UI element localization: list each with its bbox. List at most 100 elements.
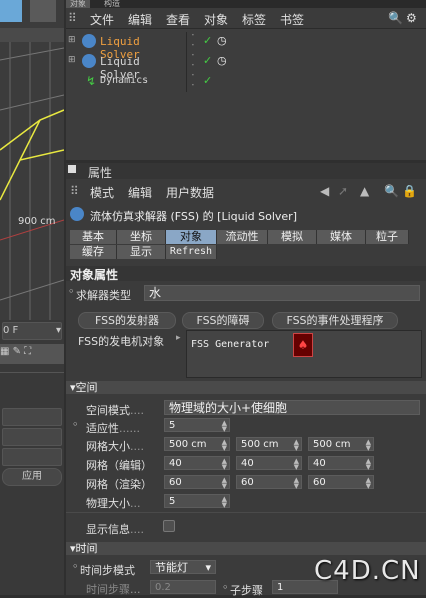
tab-simulation[interactable]: 模拟 [268, 230, 317, 244]
cube-icon [0, 0, 22, 22]
section-object-properties: 对象属性 [66, 266, 426, 282]
tab-objects[interactable]: 对象 [66, 0, 90, 8]
check-icon[interactable]: ✓ [203, 54, 212, 67]
grid-edit-z-input[interactable]: 40 ▲ ▼ [308, 456, 374, 471]
section-title: 对象属性 [70, 268, 119, 282]
left-field-3[interactable] [2, 448, 62, 466]
search-icon[interactable]: 🔍 [388, 11, 403, 25]
viewport-wireframe [0, 0, 64, 320]
tab-display[interactable]: 显示 [117, 245, 166, 259]
panel-grip-icon [68, 165, 76, 173]
section-time[interactable]: ▾时间 [66, 542, 426, 555]
menu-mode[interactable]: 模式 [90, 184, 114, 201]
timestep-mode-label: 时间步模式 [80, 564, 135, 577]
tab-coordinates[interactable]: 坐标 [117, 230, 166, 244]
liquid-solver-icon [70, 207, 84, 221]
lock-icon[interactable]: 🔒 [402, 184, 417, 198]
expand-icon[interactable]: ⊞ [68, 35, 76, 45]
grid-size-x-input[interactable]: 500 cm ▲ ▼ [164, 437, 230, 452]
section-space-title: 空间 [75, 381, 98, 394]
timestep-mode-select[interactable]: 节能灯 ▾ [150, 560, 216, 574]
grid-render-label: 网格（渲染） [86, 478, 152, 491]
liquid-solver-icon [82, 54, 96, 68]
tree-item-label: Dynamics [100, 75, 149, 86]
fss-emitter-button[interactable]: FSS的发射器 [78, 312, 176, 329]
apply-button[interactable]: 应用 [2, 468, 62, 486]
frame-field[interactable]: 0 F ▾ [2, 322, 62, 340]
list-item[interactable]: ⊞ Liquid Solver [66, 52, 186, 81]
menu-tag[interactable]: 标签 [242, 11, 266, 28]
tab-refresh[interactable]: Refresh [166, 245, 217, 259]
tab-particles[interactable]: 粒子 [366, 230, 409, 244]
left-field-1[interactable] [2, 408, 62, 426]
grid-render-x-input[interactable]: 60 ▲ ▼ [164, 475, 230, 490]
substep-label: 子步骤 [230, 584, 263, 597]
section-space[interactable]: ▾空间 [66, 381, 426, 394]
physical-size-input[interactable]: 5 ▲ ▼ [164, 494, 230, 509]
grid-size-y-input[interactable]: 500 cm ▲ ▼ [236, 437, 302, 452]
grid-size-z-input[interactable]: 500 cm ▲ ▼ [308, 437, 374, 452]
grid-edit-x-input[interactable]: 40 ▲ ▼ [164, 456, 230, 471]
tab-object[interactable]: 对象 [166, 230, 217, 244]
distance-label: 900 cm [18, 216, 56, 227]
tab-media[interactable]: 媒体 [317, 230, 366, 244]
show-info-checkbox[interactable] [163, 520, 175, 532]
viewport-toolbar [0, 28, 64, 42]
tab-fluidity[interactable]: 流动性 [217, 230, 268, 244]
list-item[interactable]: ↯ Dynamics [66, 72, 186, 92]
list-item[interactable]: ⊞ Liquid Solver [66, 32, 186, 61]
viewport[interactable]: 900 cm [0, 0, 64, 320]
up-arrow-icon[interactable]: ▲ [360, 184, 369, 198]
menu-file[interactable]: 文件 [90, 11, 114, 28]
tree-row-flags: ⠁ ⠁ ✓ ◷ [186, 32, 426, 54]
section-time-title: 时间 [75, 542, 98, 555]
menu-view[interactable]: 查看 [166, 11, 190, 28]
expand-icon[interactable]: ⊞ [68, 55, 76, 65]
adaptivity-label: 适应性...... [86, 422, 140, 435]
expand-arrow-icon[interactable]: ▸ [176, 333, 181, 343]
generator-list[interactable]: FSS Generator ♠ [186, 330, 422, 378]
settings-icon[interactable]: ⚙ [406, 11, 417, 25]
bullet-icon: ◦ [72, 560, 79, 573]
tab-basic[interactable]: 基本 [70, 230, 117, 244]
fss-obstacle-button[interactable]: FSS的障碍 [182, 312, 264, 329]
generator-item[interactable]: FSS Generator [191, 339, 269, 350]
menu-user-data[interactable]: 用户数据 [166, 184, 214, 201]
bullet-icon: ◦ [68, 285, 75, 298]
grip-icon: ⠿ [68, 11, 77, 25]
dynamics-icon: ↯ [86, 74, 97, 88]
left-field-2[interactable] [2, 428, 62, 446]
clock-tag-icon[interactable]: ◷ [217, 54, 227, 67]
scale-tool-icon [30, 0, 56, 22]
forward-arrow-icon[interactable]: ➚ [338, 184, 348, 198]
timestep-input[interactable]: 0.2 [150, 580, 216, 594]
menu-bookmark[interactable]: 书签 [280, 11, 304, 28]
attributes-menubar: ⠿ 模式 编辑 用户数据 ◀ ➚ ▲ 🔍 🔒 [66, 181, 426, 201]
adaptivity-input[interactable]: 5 ▲ ▼ [164, 418, 230, 433]
menu-edit[interactable]: 编辑 [128, 184, 152, 201]
object-title-row: 流体仿真求解器 (FSS) 的 [Liquid Solver] [66, 205, 426, 227]
clock-tag-icon[interactable]: ◷ [217, 34, 227, 47]
bullet-icon: ◦ [222, 581, 229, 594]
tab-structure[interactable]: 构造 [100, 0, 124, 8]
check-icon[interactable]: ✓ [203, 74, 212, 87]
space-mode-select[interactable]: 物理域的大小+使细胞 [164, 400, 420, 415]
divider [66, 512, 426, 513]
menu-object[interactable]: 对象 [204, 11, 228, 28]
grid-render-y-input[interactable]: 60 ▲ ▼ [236, 475, 302, 490]
grid-render-z-input[interactable]: 60 ▲ ▼ [308, 475, 374, 490]
grid-edit-y-input[interactable]: 40 ▲ ▼ [236, 456, 302, 471]
fss-event-handler-button[interactable]: FSS的事件处理程序 [272, 312, 398, 329]
icon-toolbar[interactable]: ▦ ✎ ⛶ [0, 344, 64, 364]
grid-size-label: 网格大小.... [86, 440, 144, 453]
object-manager-menubar: ⠿ 文件 编辑 查看 对象 标签 书签 🔍 ⚙ [66, 8, 426, 29]
watermark: C4D.CN [314, 556, 421, 586]
solver-type-label: 求解器类型 [76, 289, 131, 302]
check-icon[interactable]: ✓ [203, 34, 212, 47]
menu-edit[interactable]: 编辑 [128, 11, 152, 28]
back-arrow-icon[interactable]: ◀ [320, 184, 329, 198]
tab-cache[interactable]: 缓存 [70, 245, 117, 259]
tree-row-flags: ⠁ ⠁ ✓ [186, 72, 426, 94]
search-icon[interactable]: 🔍 [384, 184, 399, 198]
solver-type-select[interactable]: 水 [144, 285, 420, 301]
